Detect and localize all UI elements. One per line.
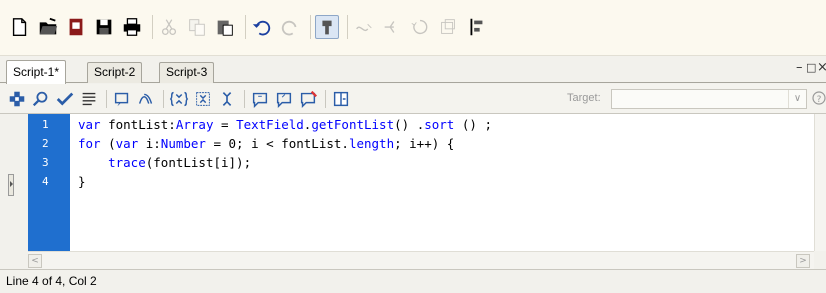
expand-all-icon: [222, 92, 232, 106]
status-bar: Line 4 of 4, Col 2: [0, 269, 826, 293]
show-hide-toolbox-icon: [333, 91, 349, 107]
cut-icon: [161, 19, 177, 35]
print-icon: [123, 18, 141, 36]
target-dropdown[interactable]: ∨: [611, 89, 807, 109]
paste-button[interactable]: [213, 15, 237, 39]
add-statement-button[interactable]: [6, 88, 28, 110]
toolbar-separator: [106, 90, 107, 108]
main-toolbar-buttons: [8, 12, 492, 42]
code-line: }: [78, 174, 86, 189]
show-code-hint-button[interactable]: [111, 88, 133, 110]
toolbar-separator: [325, 90, 326, 108]
redo-button[interactable]: [278, 15, 302, 39]
cut-button[interactable]: [157, 15, 181, 39]
code-line: var fontList:Array = TextField.getFontLi…: [78, 117, 492, 132]
collapse-selection-button[interactable]: [192, 88, 214, 110]
align-button[interactable]: [464, 15, 488, 39]
toolbar-separator: [310, 15, 311, 39]
save-icon: [96, 19, 112, 35]
straighten-button[interactable]: [380, 15, 404, 39]
expand-all-button[interactable]: [216, 88, 238, 110]
align-icon: [470, 18, 483, 36]
open-folder-icon: [39, 17, 58, 35]
collapse-selection-icon: [196, 92, 210, 106]
snap-to-object-icon: [322, 20, 332, 35]
tab-script-2[interactable]: Script-2: [87, 62, 143, 83]
scroll-right-icon[interactable]: >: [796, 254, 810, 268]
cursor-position: Line 4 of 4, Col 2: [6, 274, 97, 288]
new-file-button[interactable]: [8, 15, 32, 39]
rotate-button[interactable]: [408, 15, 432, 39]
copy-icon: [189, 19, 205, 36]
redo-icon: [281, 20, 297, 36]
close-icon[interactable]: ×: [817, 60, 826, 75]
main-toolbar: [0, 0, 826, 56]
restore-icon[interactable]: □: [806, 61, 816, 74]
target-label: Target:: [567, 92, 601, 104]
add-statement-icon: [9, 91, 25, 107]
toolbar-separator: [244, 90, 245, 108]
scale-button[interactable]: [436, 15, 460, 39]
left-dock-strip: [0, 114, 28, 274]
apply-line-comment-icon: [276, 92, 292, 109]
find-button[interactable]: [30, 88, 52, 110]
save-button[interactable]: [92, 15, 116, 39]
undo-button[interactable]: [250, 15, 274, 39]
smooth-icon: [356, 23, 372, 32]
show-code-hint-icon: [114, 92, 129, 107]
apply-line-comment-button[interactable]: [273, 88, 295, 110]
undo-icon: [252, 20, 271, 36]
expand-panel-handle[interactable]: [8, 174, 14, 196]
line-number: 3: [42, 156, 49, 169]
import-button[interactable]: [64, 15, 88, 39]
script-toolbar-buttons: [6, 88, 354, 110]
toolbar-separator: [347, 15, 348, 39]
minimize-icon[interactable]: –: [796, 60, 803, 75]
script-tabs: Script-1* Script-2 Script-3 – □ ×: [0, 56, 826, 84]
line-number-gutter: 1 2 3 4: [28, 114, 70, 251]
copy-button[interactable]: [185, 15, 209, 39]
tab-script-1[interactable]: Script-1*: [6, 60, 67, 84]
smooth-button[interactable]: [352, 15, 376, 39]
vertical-scrollbar[interactable]: [814, 114, 826, 251]
chevron-down-icon[interactable]: ∨: [788, 90, 806, 108]
line-number: 4: [42, 175, 49, 188]
help-icon[interactable]: ?: [812, 90, 826, 106]
straighten-icon: [384, 21, 395, 33]
apply-block-comment-button[interactable]: [249, 88, 271, 110]
scale-icon: [441, 19, 455, 34]
rotate-icon: [411, 19, 428, 35]
paste-icon: [217, 20, 233, 36]
open-folder-button[interactable]: [36, 15, 60, 39]
import-icon: [69, 18, 83, 36]
debug-options-icon: [138, 93, 153, 104]
code-editor[interactable]: [28, 114, 814, 251]
auto-format-icon: [82, 92, 96, 106]
toolbar-separator: [152, 15, 153, 39]
line-number: 2: [42, 137, 49, 150]
check-syntax-button[interactable]: [54, 88, 76, 110]
code-line: for (var i:Number = 0; i < fontList.leng…: [78, 136, 455, 151]
collapse-between-braces-icon: [169, 91, 189, 107]
find-icon: [32, 91, 48, 107]
collapse-between-braces-button[interactable]: [168, 88, 190, 110]
code-line: trace(fontList[i]);: [108, 155, 252, 170]
print-button[interactable]: [120, 15, 144, 39]
debug-options-button[interactable]: [135, 88, 157, 110]
svg-text:?: ?: [817, 95, 822, 105]
horizontal-scrollbar[interactable]: < >: [28, 251, 814, 269]
show-hide-toolbox-button[interactable]: [330, 88, 352, 110]
remove-comment-icon: [300, 90, 317, 109]
tab-script-3[interactable]: Script-3: [159, 62, 215, 83]
toolbar-separator: [245, 15, 246, 39]
check-syntax-icon: [56, 92, 74, 106]
toolbar-separator: [163, 90, 164, 108]
scroll-left-icon[interactable]: <: [28, 254, 42, 268]
apply-block-comment-icon: [252, 92, 268, 109]
line-number: 1: [42, 118, 49, 131]
new-file-icon: [12, 18, 27, 36]
snap-to-object-button[interactable]: [315, 15, 339, 39]
remove-comment-button[interactable]: [297, 88, 319, 110]
auto-format-button[interactable]: [78, 88, 100, 110]
